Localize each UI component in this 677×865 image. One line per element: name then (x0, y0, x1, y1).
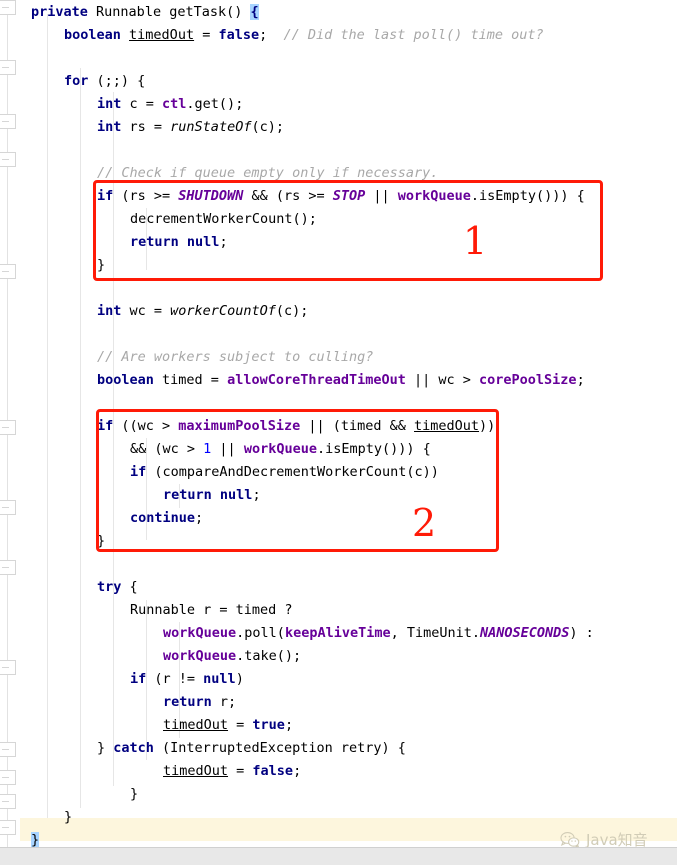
code-line[interactable]: timedOut = true; (0, 714, 677, 737)
code-token: ) : (569, 625, 594, 641)
code-line[interactable]: workQueue.poll(keepAliveTime, TimeUnit.N… (0, 622, 677, 645)
code-token: c = (121, 96, 163, 112)
code-line[interactable]: workQueue.take(); (0, 645, 677, 668)
annotation-number-1: 1 (463, 219, 488, 263)
code-token: , TimeUnit. (390, 625, 481, 641)
code-token: = (228, 763, 253, 779)
code-token: = (194, 27, 219, 43)
code-token: } (31, 832, 40, 848)
code-line[interactable]: int wc = workerCountOf(c); (0, 300, 677, 323)
code-token: if (130, 671, 147, 687)
code-token: } (130, 786, 139, 802)
code-line[interactable] (0, 47, 677, 70)
code-token: return (163, 694, 212, 710)
code-line[interactable]: return r; (0, 691, 677, 714)
code-token: { (250, 4, 259, 20)
code-token: .get(); (186, 96, 244, 112)
code-line[interactable]: int c = ctl.get(); (0, 93, 677, 116)
code-token: (r != (146, 671, 204, 687)
code-line[interactable] (0, 323, 677, 346)
code-line[interactable]: // Are workers subject to culling? (0, 346, 677, 369)
code-token: false (252, 763, 294, 779)
code-line[interactable]: } catch (InterruptedException retry) { (0, 737, 677, 760)
code-token: workQueue (163, 648, 237, 664)
annotation-box-2 (96, 409, 499, 552)
code-token: { (121, 579, 138, 595)
code-token: runStateOf (170, 119, 252, 135)
code-token: true (252, 717, 285, 733)
code-line[interactable]: } (0, 806, 677, 829)
code-token: = (228, 717, 253, 733)
code-token: boolean (64, 27, 121, 43)
annotation-box-1 (93, 180, 603, 281)
code-line[interactable]: private Runnable getTask() { (0, 1, 677, 24)
code-token: // Check if queue empty only if necessar… (97, 165, 439, 181)
bottom-strip (0, 847, 677, 865)
code-line[interactable]: boolean timed = allowCoreThreadTimeOut |… (0, 369, 677, 392)
code-token: // Did the last poll() time out? (283, 27, 544, 43)
code-token: (c); (251, 119, 284, 135)
code-line[interactable] (0, 553, 677, 576)
code-token: (c); (275, 303, 309, 319)
code-token: Runnable (96, 4, 162, 20)
code-line[interactable]: int rs = runStateOf(c); (0, 116, 677, 139)
code-token: ; (576, 372, 585, 388)
code-token: for (64, 73, 89, 89)
code-token: .poll( (236, 625, 285, 641)
code-token: } (64, 809, 73, 825)
code-token: corePoolSize (479, 372, 577, 388)
code-token: keepAliveTime (284, 625, 391, 641)
code-token: boolean (97, 372, 154, 388)
code-token: (;;) { (88, 73, 146, 89)
code-token: timedOut (163, 763, 229, 779)
code-token: workerCountOf (170, 303, 276, 319)
code-token: timedOut (163, 717, 229, 733)
code-token: ) (235, 671, 244, 687)
code-token: allowCoreThreadTimeOut (227, 372, 406, 388)
code-line[interactable]: if (r != null) (0, 668, 677, 691)
code-token: null (203, 671, 236, 687)
code-token: timedOut (129, 27, 195, 43)
code-token: private (31, 4, 88, 20)
code-token: r; (211, 694, 237, 710)
code-token: ; (293, 763, 302, 779)
code-token: || wc > (405, 372, 480, 388)
wechat-icon (560, 831, 580, 849)
code-token: catch (113, 740, 154, 756)
code-line[interactable]: try { (0, 576, 677, 599)
code-token: wc = (121, 303, 171, 319)
code-editor[interactable]: private Runnable getTask() {boolean time… (0, 0, 677, 865)
code-token: Runnable r = timed ? (130, 602, 293, 618)
code-token: try (97, 579, 122, 595)
code-line[interactable]: } (0, 783, 677, 806)
code-token: timed = (153, 372, 228, 388)
code-line[interactable]: for (;;) { (0, 70, 677, 93)
code-token: .take(); (236, 648, 302, 664)
code-token: ctl (162, 96, 187, 112)
code-line[interactable]: boolean timedOut = false; // Did the las… (0, 24, 677, 47)
code-token: } (97, 740, 114, 756)
code-token: getTask() (161, 4, 251, 20)
code-token: workQueue (163, 625, 237, 641)
code-line[interactable] (0, 139, 677, 162)
code-token: int (97, 303, 122, 319)
code-token: int (97, 96, 122, 112)
code-token: // Are workers subject to culling? (97, 349, 374, 365)
code-token: rs = (121, 119, 171, 135)
code-token: ; (284, 717, 294, 733)
annotation-number-2: 2 (412, 501, 437, 545)
code-token: NANOSECONDS (480, 625, 570, 641)
code-line[interactable]: Runnable r = timed ? (0, 599, 677, 622)
code-token: (InterruptedException retry) { (153, 740, 406, 756)
code-token: int (97, 119, 122, 135)
code-token: false (218, 27, 260, 43)
code-line[interactable]: timedOut = false; (0, 760, 677, 783)
